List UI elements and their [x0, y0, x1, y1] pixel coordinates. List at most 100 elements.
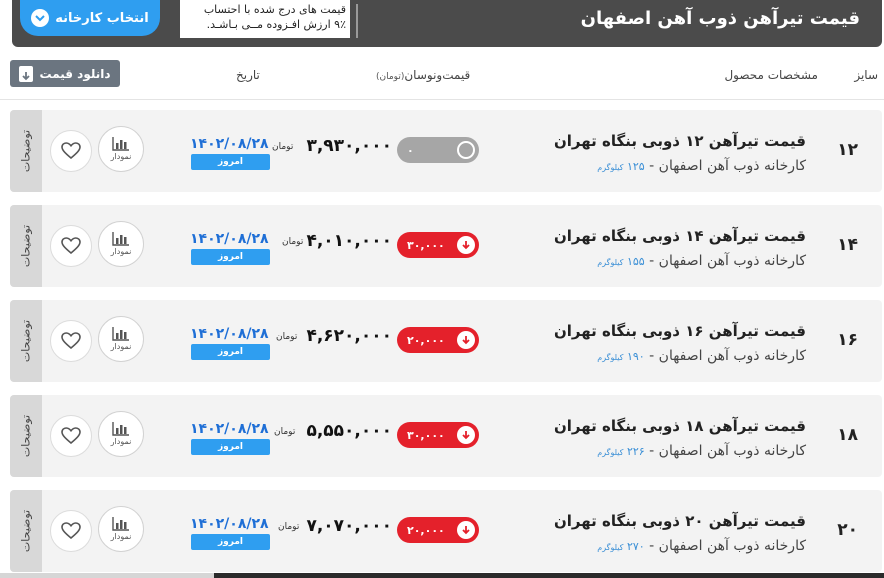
today-badge: امروز [191, 249, 270, 265]
price-value: ۷,۰۷۰,۰۰۰ [306, 516, 392, 536]
weight-value: ۲۲۶ [626, 445, 645, 458]
details-tab[interactable]: توضیحات [10, 490, 42, 572]
vat-note-line2: ۹٪ ارزش افـزوده مــی بـاشـد. [206, 18, 346, 31]
download-price-button[interactable]: دانلود قیمت [10, 60, 120, 87]
bottom-divider [0, 573, 214, 578]
today-badge: امروز [191, 439, 270, 455]
weight: ۱۲۵ کیلوگرم [597, 160, 644, 173]
date-text: ۱۴۰۲/۰۸/۲۸ [190, 231, 269, 247]
chevron-down-icon [31, 9, 50, 27]
product-name[interactable]: قیمت تیرآهن ۲۰ ذوبی بنگاه تهران [554, 512, 806, 530]
bar-chart-icon [112, 327, 129, 341]
change-badge: ۰ [397, 137, 479, 163]
col-size: سایز [854, 68, 878, 82]
details-tab[interactable]: توضیحات [10, 110, 42, 192]
change-badge: ۲۰,۰۰۰ [397, 517, 479, 543]
date-text: ۱۴۰۲/۰۸/۲۸ [190, 421, 269, 437]
chart-button[interactable]: نمودار [98, 221, 144, 267]
product-name[interactable]: قیمت تیرآهن ۱۴ ذوبی بنگاه تهران [554, 227, 806, 245]
factory-name: کارخانه ذوب آهن اصفهان - [644, 443, 806, 459]
chart-label: نمودار [110, 152, 132, 161]
col-spec: مشخصات محصول [724, 68, 818, 82]
details-tab[interactable]: توضیحات [10, 205, 42, 287]
bottom-bar [214, 573, 884, 578]
heart-icon[interactable] [50, 130, 92, 172]
col-price-unit: (تومان) [376, 72, 405, 82]
change-badge: ۲۰,۰۰۰ [397, 327, 479, 353]
weight: ۲۲۶ کیلوگرم [597, 445, 644, 458]
currency-label: تومان [274, 427, 296, 437]
bar-chart-icon [112, 137, 129, 151]
size-value: ۱۴ [837, 235, 858, 255]
chart-button[interactable]: نمودار [98, 316, 144, 362]
price-value: ۳,۹۳۰,۰۰۰ [306, 136, 392, 156]
size-value: ۱۶ [837, 330, 858, 350]
change-value: ۰ [407, 143, 414, 157]
today-badge: امروز [191, 154, 270, 170]
currency-label: تومان [282, 237, 304, 247]
bar-chart-icon [112, 232, 129, 246]
vat-note: قیمت های درج شده با احتساب ۹٪ ارزش افـزو… [180, 0, 350, 38]
change-value: ۲۰,۰۰۰ [407, 333, 445, 347]
download-price-label: دانلود قیمت [39, 66, 111, 81]
arrow-down-icon [457, 521, 475, 539]
chart-button[interactable]: نمودار [98, 411, 144, 457]
currency-label: تومان [278, 522, 300, 532]
factory-name: کارخانه ذوب آهن اصفهان - [644, 348, 806, 364]
details-tab[interactable]: توضیحات [10, 395, 42, 477]
price-value: ۴,۶۲۰,۰۰۰ [306, 326, 392, 346]
factory-name: کارخانه ذوب آهن اصفهان - [644, 158, 806, 174]
product-name[interactable]: قیمت تیرآهن ۱۸ ذوبی بنگاه تهران [554, 417, 806, 435]
today-badge: امروز [191, 344, 270, 360]
weight-unit: کیلوگرم [597, 543, 624, 552]
neutral-circle-icon [457, 141, 475, 159]
chart-button[interactable]: نمودار [98, 126, 144, 172]
col-date: تاریخ [236, 68, 260, 82]
weight-unit: کیلوگرم [597, 163, 624, 172]
chart-button[interactable]: نمودار [98, 506, 144, 552]
table-row: توضیحات نمودار ۱۴۰۲/۰۸/۲۸ امروز تومان ۳,… [10, 110, 882, 192]
weight-value: ۱۹۰ [626, 350, 645, 363]
heart-icon[interactable] [50, 510, 92, 552]
heart-icon[interactable] [50, 225, 92, 267]
details-tab[interactable]: توضیحات [10, 300, 42, 382]
price-value: ۴,۰۱۰,۰۰۰ [306, 231, 392, 251]
size-value: ۱۲ [837, 140, 858, 160]
select-factory-button[interactable]: انتخاب کارخانه [20, 0, 160, 36]
weight-unit: کیلوگرم [597, 258, 624, 267]
details-tab-label: توضیحات [19, 509, 33, 553]
product-subtitle: کارخانه ذوب آهن اصفهان - ۱۹۰ کیلوگرم [597, 348, 806, 364]
date-text: ۱۴۰۲/۰۸/۲۸ [190, 136, 269, 152]
weight-value: ۱۲۵ [626, 160, 645, 173]
weight-unit: کیلوگرم [597, 353, 624, 362]
weight-unit: کیلوگرم [597, 448, 624, 457]
weight: ۱۹۰ کیلوگرم [597, 350, 644, 363]
column-header: سایز مشخصات محصول قیمت‌ونوسان(تومان) تار… [0, 56, 884, 100]
product-name[interactable]: قیمت تیرآهن ۱۶ ذوبی بنگاه تهران [554, 322, 806, 340]
heart-icon[interactable] [50, 320, 92, 362]
select-factory-label: انتخاب کارخانه [55, 10, 149, 26]
col-price: قیمت‌ونوسان(تومان) [376, 68, 470, 82]
date-text: ۱۴۰۲/۰۸/۲۸ [190, 326, 269, 342]
details-tab-label: توضیحات [19, 224, 33, 268]
chart-label: نمودار [110, 342, 132, 351]
currency-label: تومان [276, 332, 298, 342]
details-tab-label: توضیحات [19, 129, 33, 173]
bar-chart-icon [112, 517, 129, 531]
today-badge: امروز [191, 534, 270, 550]
heart-icon[interactable] [50, 415, 92, 457]
chart-label: نمودار [110, 247, 132, 256]
chart-label: نمودار [110, 437, 132, 446]
product-name[interactable]: قیمت تیرآهن ۱۲ ذوبی بنگاه تهران [554, 132, 806, 150]
change-value: ۳۰,۰۰۰ [407, 428, 445, 442]
chart-label: نمودار [110, 532, 132, 541]
change-badge: ۳۰,۰۰۰ [397, 422, 479, 448]
title-divider [356, 4, 358, 38]
table-row: توضیحات نمودار ۱۴۰۲/۰۸/۲۸ امروز تومان ۴,… [10, 205, 882, 287]
bar-chart-icon [112, 422, 129, 436]
factory-name: کارخانه ذوب آهن اصفهان - [644, 538, 806, 554]
weight: ۱۵۵ کیلوگرم [597, 255, 644, 268]
change-value: ۳۰,۰۰۰ [407, 238, 445, 252]
currency-label: تومان [272, 142, 294, 152]
arrow-down-icon [457, 331, 475, 349]
